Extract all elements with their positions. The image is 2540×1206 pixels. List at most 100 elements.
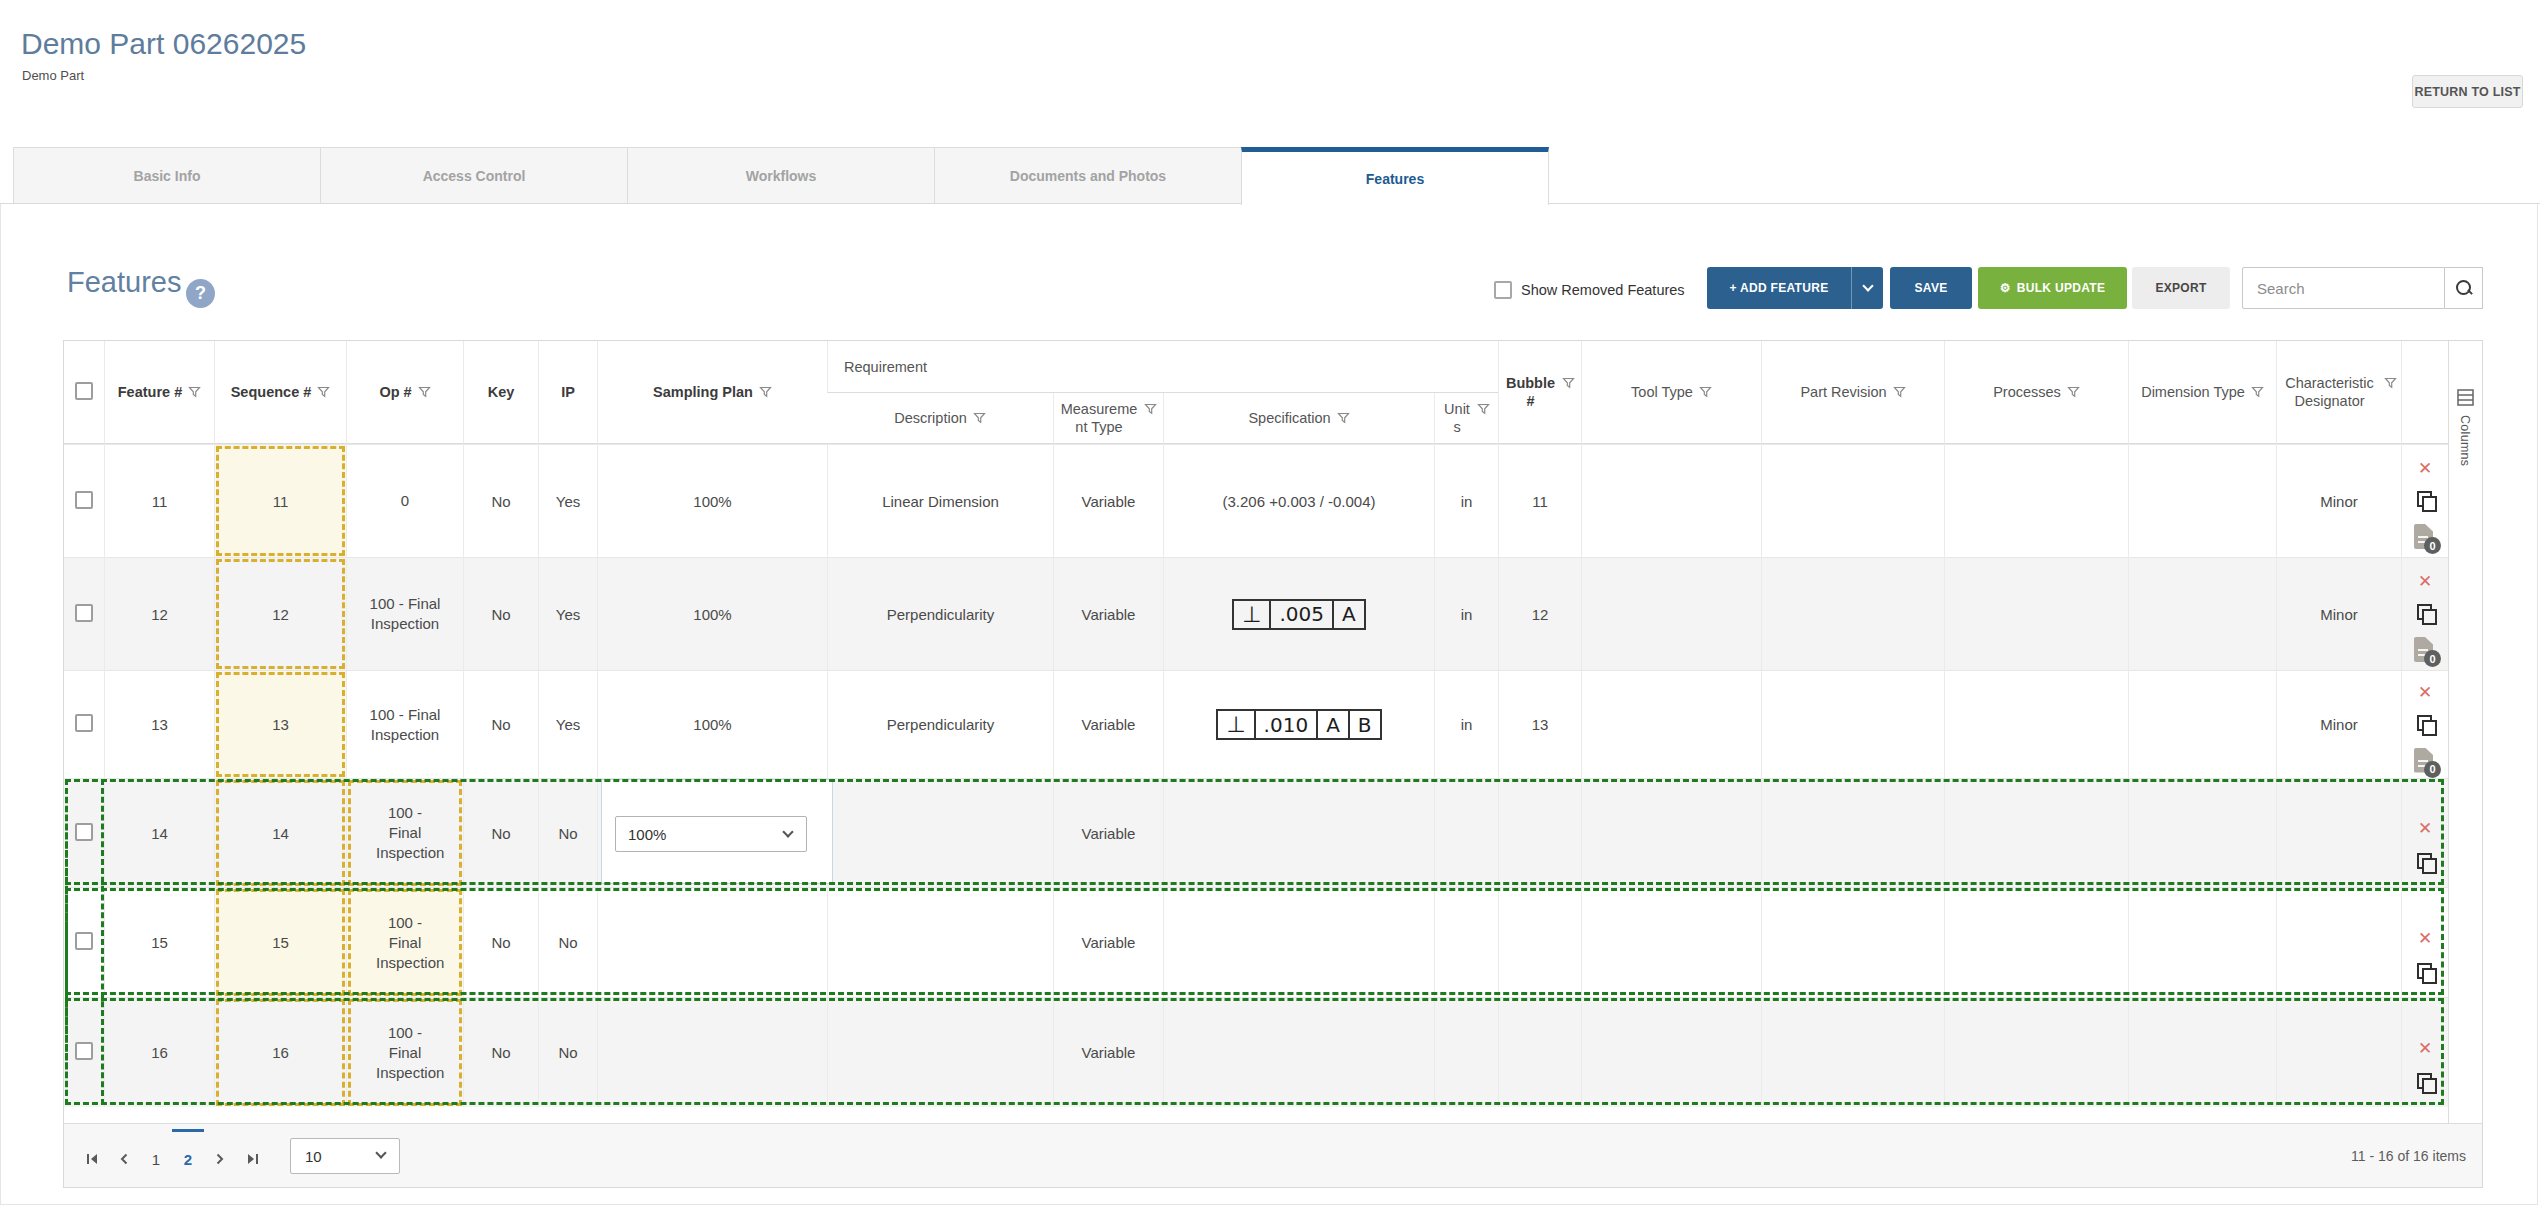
column-header-characteristic-designator[interactable]: Characteristic Designator (2276, 341, 2401, 444)
cell-dimension-type (2128, 997, 2276, 1107)
column-header-bubble-[interactable]: Bubble # (1498, 341, 1581, 444)
gdt-feature-control-frame: ⊥.005A (1232, 599, 1365, 630)
column-header-processes[interactable]: Processes (1944, 341, 2128, 444)
filter-icon[interactable] (1144, 402, 1157, 415)
document-count-icon[interactable]: 0 (2414, 748, 2436, 775)
column-header-key[interactable]: Key (463, 341, 538, 444)
column-header-ip[interactable]: IP (538, 341, 597, 444)
filter-icon[interactable] (317, 385, 330, 398)
help-icon[interactable]: ? (186, 279, 215, 308)
cell-sampling-plan (597, 887, 827, 997)
pager-next-button[interactable] (204, 1129, 236, 1187)
cell-actions: ✕0 (2401, 444, 2448, 557)
delete-row-icon[interactable]: ✕ (2418, 574, 2432, 589)
save-button[interactable]: SAVE (1890, 267, 1972, 309)
column-header-sampling-plan[interactable]: Sampling Plan (597, 341, 827, 444)
row-checkbox[interactable] (75, 932, 93, 950)
copy-row-icon[interactable] (2417, 715, 2434, 733)
pager-last-button[interactable] (236, 1129, 268, 1187)
cell-key: No (463, 670, 538, 778)
filter-icon[interactable] (188, 385, 201, 398)
delete-row-icon[interactable]: ✕ (2418, 1041, 2432, 1056)
cell-bubble: 13 (1498, 670, 1581, 778)
copy-row-icon[interactable] (2417, 491, 2434, 509)
pager-prev-button[interactable] (108, 1129, 140, 1187)
filter-icon[interactable] (2251, 385, 2264, 398)
cell-op: 100 - Final Inspection (346, 887, 463, 997)
pager-page-1[interactable]: 1 (140, 1129, 172, 1187)
cell-key: No (463, 444, 538, 557)
column-header-units[interactable]: Units (1434, 393, 1498, 444)
cell-tool-type (1581, 444, 1761, 557)
filter-icon[interactable] (418, 385, 431, 398)
row-checkbox[interactable] (75, 823, 93, 841)
row-checkbox[interactable] (75, 1042, 93, 1060)
cell-dimension-type (2128, 557, 2276, 670)
column-header-measurement-type[interactable]: Measurement Type (1053, 393, 1163, 444)
cell-specification: (3.206 +0.003 / -0.004) (1163, 444, 1434, 557)
delete-row-icon[interactable]: ✕ (2418, 931, 2432, 946)
column-header-sequence-[interactable]: Sequence # (214, 341, 346, 444)
select-all-header[interactable] (64, 341, 104, 444)
add-feature-button[interactable]: + ADD FEATURE (1707, 267, 1883, 309)
column-header-description[interactable]: Description (827, 393, 1053, 444)
row-checkbox[interactable] (75, 714, 93, 732)
document-count-icon[interactable]: 0 (2414, 637, 2436, 664)
cell-bubble (1498, 887, 1581, 997)
columns-icon (2457, 389, 2474, 406)
select-all-checkbox[interactable] (75, 382, 93, 400)
add-feature-dropdown[interactable] (1852, 286, 1883, 290)
filter-icon[interactable] (1477, 402, 1490, 415)
search-input[interactable]: Search (2242, 267, 2445, 309)
column-header-dimension-type[interactable]: Dimension Type (2128, 341, 2276, 444)
row-select-cell (64, 444, 104, 557)
column-header-part-revision[interactable]: Part Revision (1761, 341, 1944, 444)
filter-icon[interactable] (1562, 376, 1575, 389)
tab-features[interactable]: Features (1241, 147, 1549, 205)
column-header-op-[interactable]: Op # (346, 341, 463, 444)
cell-units (1434, 887, 1498, 997)
tab-workflows[interactable]: Workflows (627, 147, 935, 203)
cell-processes (1944, 670, 2128, 778)
pager-page-2[interactable]: 2 (172, 1129, 204, 1187)
page-size-select[interactable]: 10 (290, 1138, 400, 1174)
copy-row-icon[interactable] (2417, 1073, 2434, 1091)
show-removed-checkbox[interactable] (1494, 281, 1512, 299)
cell-ip: Yes (538, 444, 597, 557)
filter-icon[interactable] (759, 385, 772, 398)
cell-characteristic-designator: Minor (2276, 670, 2401, 778)
tab-access-control[interactable]: Access Control (320, 147, 628, 203)
cell-op: 100 - Final Inspection (346, 997, 463, 1107)
copy-row-icon[interactable] (2417, 604, 2434, 622)
column-header-specification[interactable]: Specification (1163, 393, 1434, 444)
bulk-update-button[interactable]: ⚙BULK UPDATE (1978, 267, 2127, 309)
pager-first-button[interactable] (76, 1129, 108, 1187)
column-header-feature-[interactable]: Feature # (104, 341, 214, 444)
copy-row-icon[interactable] (2417, 963, 2434, 981)
filter-icon[interactable] (2067, 385, 2080, 398)
tab-basic-info[interactable]: Basic Info (13, 147, 321, 203)
column-header-tool-type[interactable]: Tool Type (1581, 341, 1761, 444)
export-button[interactable]: EXPORT (2132, 267, 2230, 309)
sampling-plan-select[interactable]: 100% (615, 816, 807, 852)
cell-description: Perpendicularity (827, 670, 1053, 778)
columns-strip[interactable]: Columns (2448, 341, 2482, 1123)
table-row-feature-14: 1414100 - Final InspectionNoNoVariable✕ (64, 778, 2448, 887)
tab-documents-and-photos[interactable]: Documents and Photos (934, 147, 1242, 203)
delete-row-icon[interactable]: ✕ (2418, 685, 2432, 700)
row-checkbox[interactable] (75, 491, 93, 509)
filter-icon[interactable] (2384, 376, 2397, 389)
filter-icon[interactable] (1699, 385, 1712, 398)
cell-description (827, 997, 1053, 1107)
cell-feature: 14 (104, 778, 214, 887)
filter-icon[interactable] (1893, 385, 1906, 398)
search-button[interactable] (2445, 267, 2483, 309)
filter-icon[interactable] (973, 411, 986, 424)
copy-row-icon[interactable] (2417, 853, 2434, 871)
document-count-icon[interactable]: 0 (2414, 524, 2436, 551)
delete-row-icon[interactable]: ✕ (2418, 821, 2432, 836)
delete-row-icon[interactable]: ✕ (2418, 461, 2432, 476)
return-to-list-button[interactable]: RETURN TO LIST (2412, 75, 2523, 108)
filter-icon[interactable] (1337, 411, 1350, 424)
row-checkbox[interactable] (75, 604, 93, 622)
